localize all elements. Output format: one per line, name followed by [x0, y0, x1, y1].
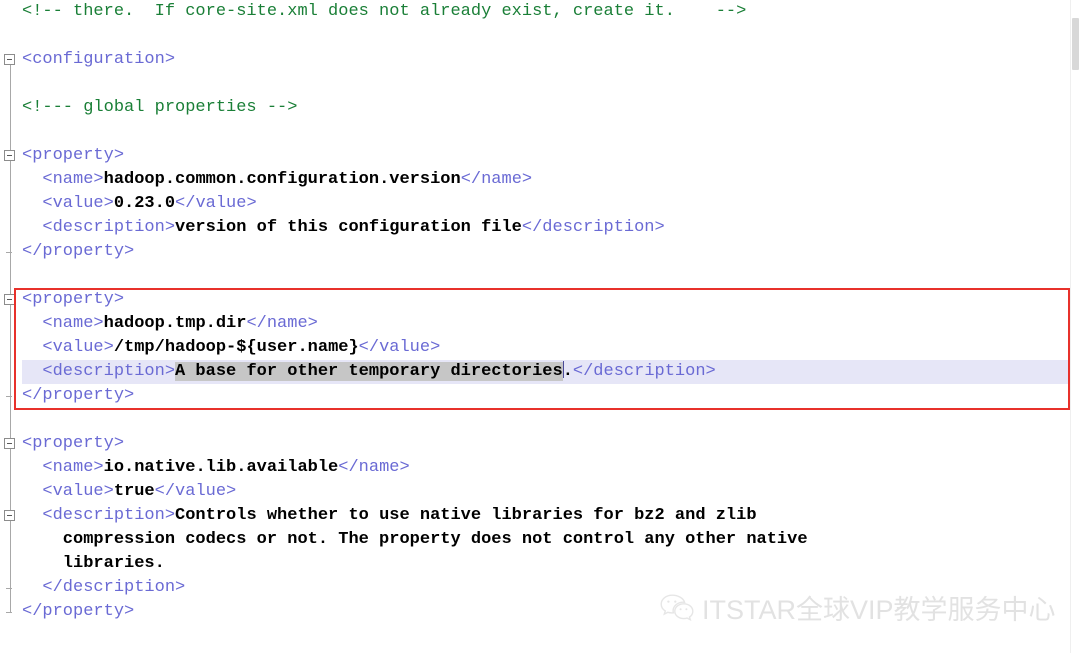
code-token-tag: <configuration>	[22, 50, 176, 69]
code-line-text: compression codecs or not. The property …	[0, 528, 808, 552]
code-line[interactable]: <name>io.native.lib.available</name>	[0, 456, 1080, 480]
code-line[interactable]: </property>	[0, 384, 1080, 408]
code-token-content: version of this configuration file	[175, 218, 522, 237]
code-line[interactable]: libraries.	[0, 552, 1080, 576]
code-token-tag: <name>	[22, 458, 104, 477]
code-line[interactable]: compression codecs or not. The property …	[0, 528, 1080, 552]
code-token-tag: </property>	[22, 386, 135, 405]
code-token-tag: </description>	[572, 362, 716, 381]
code-line-text: <name>hadoop.tmp.dir</name>	[0, 312, 318, 336]
code-line[interactable]	[0, 72, 1080, 96]
code-line[interactable]: </property>	[0, 240, 1080, 264]
code-token-tag: <value>	[22, 194, 114, 213]
code-line[interactable]: </property>	[0, 600, 1080, 624]
fold-collapse-icon[interactable]	[4, 294, 15, 305]
code-line-text: <!--- global properties -->	[0, 96, 297, 120]
code-token-tag: <name>	[22, 170, 104, 189]
code-token-content: hadoop.common.configuration.version	[103, 170, 461, 189]
code-line[interactable]: <!-- there. If core-site.xml does not al…	[0, 0, 1080, 24]
code-token-content-selected: A base for other temporary directories	[175, 362, 563, 381]
code-line[interactable]: <name>hadoop.common.configuration.versio…	[0, 168, 1080, 192]
fold-end-marker	[6, 588, 12, 589]
code-line[interactable]: </description>	[0, 576, 1080, 600]
code-token-tag: <description>	[22, 218, 176, 237]
code-line[interactable]: <property>	[0, 144, 1080, 168]
code-token-content: compression codecs or not. The property …	[22, 530, 808, 549]
fold-end-marker	[6, 396, 12, 397]
code-token-comment: <!-- there. If core-site.xml does not al…	[22, 2, 747, 21]
code-token-tag: </property>	[22, 242, 135, 261]
code-text-area[interactable]: <!-- there. If core-site.xml does not al…	[0, 0, 1080, 653]
vertical-scrollbar-track[interactable]	[1070, 0, 1080, 653]
code-line-text: <configuration>	[0, 48, 175, 72]
code-token-tag: </value>	[175, 194, 257, 213]
code-token-tag: <name>	[22, 314, 104, 333]
code-token-content: io.native.lib.available	[103, 458, 339, 477]
code-line[interactable]: <description>A base for other temporary …	[0, 360, 1080, 384]
code-line[interactable]: <!--- global properties -->	[0, 96, 1080, 120]
code-token-content: libraries.	[22, 554, 165, 573]
fold-guide-line	[10, 59, 11, 612]
code-token-tag: </property>	[22, 602, 135, 621]
code-line-text: <name>io.native.lib.available</name>	[0, 456, 410, 480]
code-token-comment: <!--- global properties -->	[22, 98, 298, 117]
code-line[interactable]: <description>version of this configurati…	[0, 216, 1080, 240]
fold-gutter[interactable]	[0, 0, 22, 653]
code-editor-screen: <!-- there. If core-site.xml does not al…	[0, 0, 1080, 653]
code-line[interactable]	[0, 24, 1080, 48]
code-token-content: /tmp/hadoop-${user.name}	[113, 338, 359, 357]
code-line[interactable]: <name>hadoop.tmp.dir</name>	[0, 312, 1080, 336]
code-line-text: <value>0.23.0</value>	[0, 192, 257, 216]
code-line-text: <value>/tmp/hadoop-${user.name}</value>	[0, 336, 440, 360]
fold-collapse-icon[interactable]	[4, 150, 15, 161]
code-line[interactable]: <value>/tmp/hadoop-${user.name}</value>	[0, 336, 1080, 360]
code-token-content: 0.23.0	[113, 194, 176, 213]
code-line-text: <value>true</value>	[0, 480, 236, 504]
fold-collapse-icon[interactable]	[4, 438, 15, 449]
code-token-tag: <property>	[22, 146, 125, 165]
code-line[interactable]: <configuration>	[0, 48, 1080, 72]
code-line-text: <!-- there. If core-site.xml does not al…	[0, 0, 746, 24]
code-token-content: .	[562, 362, 573, 381]
code-line-text: </description>	[0, 576, 185, 600]
code-line[interactable]: <value>0.23.0</value>	[0, 192, 1080, 216]
code-token-content: Controls whether to use native libraries…	[175, 506, 757, 525]
code-line[interactable]: <description>Controls whether to use nat…	[0, 504, 1080, 528]
code-token-tag: <property>	[22, 434, 125, 453]
code-token-tag: <value>	[22, 482, 114, 501]
code-token-tag: </description>	[22, 578, 186, 597]
code-token-tag: <description>	[22, 362, 176, 381]
code-line[interactable]	[0, 120, 1080, 144]
code-line[interactable]: <property>	[0, 288, 1080, 312]
code-line[interactable]: <value>true</value>	[0, 480, 1080, 504]
code-line[interactable]: <property>	[0, 432, 1080, 456]
code-line-text: <description>version of this configurati…	[0, 216, 665, 240]
code-token-content: hadoop.tmp.dir	[103, 314, 247, 333]
code-line[interactable]	[0, 264, 1080, 288]
fold-end-marker	[6, 252, 12, 253]
code-line-text: <description>Controls whether to use nat…	[0, 504, 757, 528]
code-token-tag: <value>	[22, 338, 114, 357]
fold-collapse-icon[interactable]	[4, 54, 15, 65]
code-line-text: libraries.	[0, 552, 165, 576]
code-token-content: true	[113, 482, 155, 501]
fold-collapse-icon[interactable]	[4, 510, 15, 521]
code-token-tag: </name>	[338, 458, 410, 477]
code-token-tag: </value>	[358, 338, 441, 357]
vertical-scrollbar-thumb[interactable]	[1072, 18, 1079, 70]
code-token-tag: </description>	[521, 218, 665, 237]
code-token-tag: <description>	[22, 506, 176, 525]
code-token-tag: <property>	[22, 290, 125, 309]
code-line[interactable]	[0, 408, 1080, 432]
fold-end-marker	[6, 612, 12, 613]
code-token-tag: </value>	[154, 482, 237, 501]
code-line-text: <name>hadoop.common.configuration.versio…	[0, 168, 532, 192]
code-token-tag: </name>	[246, 314, 318, 333]
code-token-tag: </name>	[460, 170, 533, 189]
code-line-text: <description>A base for other temporary …	[0, 360, 716, 384]
